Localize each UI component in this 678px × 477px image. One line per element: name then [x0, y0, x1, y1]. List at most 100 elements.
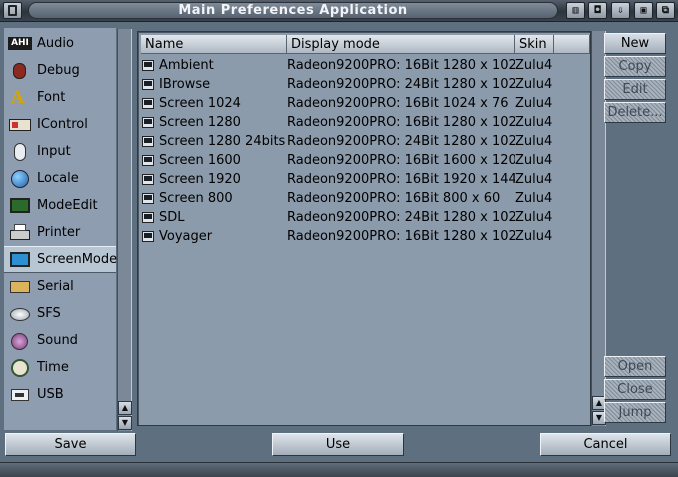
clock-icon	[8, 358, 32, 378]
icontrol-icon	[8, 115, 32, 135]
row-skin: Zulu4	[515, 77, 553, 92]
sidebar-scrollbar[interactable]: ▲ ▼	[117, 29, 132, 431]
column-header-skin[interactable]: Skin	[515, 35, 554, 54]
sidebar-item-label: USB	[37, 387, 64, 402]
screen-icon	[142, 212, 154, 223]
sidebar-item-label: Input	[37, 144, 71, 159]
sidebar-item-audio[interactable]: AHI Audio	[4, 30, 116, 57]
sidebar-item-label: Locale	[37, 171, 79, 186]
sidebar-item-sfs[interactable]: SFS	[4, 300, 116, 327]
table-row[interactable]: Screen 1280 Radeon9200PRO: 16Bit 1280 x 1…	[141, 113, 589, 132]
open-button[interactable]: Open	[604, 356, 666, 377]
ahi-icon: AHI	[8, 34, 32, 54]
column-header-name[interactable]: Name	[141, 35, 287, 54]
sidebar-item-printer[interactable]: Printer	[4, 219, 116, 246]
column-header-display-mode[interactable]: Display mode	[287, 35, 515, 54]
sidebar-item-label: ModeEdit	[37, 198, 98, 213]
row-skin: Zulu4	[515, 191, 553, 206]
close-button[interactable]: Close	[604, 379, 666, 400]
arrow-down-icon: ▼	[595, 413, 603, 422]
front-back-button[interactable]: ⧉	[656, 2, 675, 19]
sidebar-item-label: Font	[37, 90, 66, 105]
row-display-mode: Radeon9200PRO: 16Bit 1920 x 144	[287, 172, 515, 187]
row-name: Screen 1280 24bits	[159, 134, 286, 149]
row-display-mode: Radeon9200PRO: 16Bit 1600 x 120	[287, 153, 515, 168]
font-icon: A	[11, 87, 25, 108]
row-display-mode: Radeon9200PRO: 16Bit 1280 x 102	[287, 229, 515, 244]
sidebar-item-serial[interactable]: Serial	[4, 273, 116, 300]
sidebar-item-time[interactable]: Time	[4, 354, 116, 381]
screen-icon	[142, 231, 154, 242]
row-skin: Zulu4	[515, 229, 553, 244]
depth-icon: ◘	[594, 5, 601, 16]
sidebar-item-debug[interactable]: Debug	[4, 57, 116, 84]
close-window-button[interactable]	[3, 2, 22, 19]
row-display-mode: Radeon9200PRO: 16Bit 1280 x 102	[287, 115, 515, 130]
edit-button[interactable]: Edit	[604, 79, 666, 100]
row-skin: Zulu4	[515, 115, 553, 130]
row-skin: Zulu4	[515, 96, 553, 111]
printer-icon	[8, 223, 32, 243]
sidebar-item-usb[interactable]: USB	[4, 381, 116, 408]
column-header-filler	[554, 35, 590, 54]
table-row[interactable]: Screen 1024 Radeon9200PRO: 16Bit 1024 x 7…	[141, 94, 589, 113]
iconify-icon: ▥	[572, 5, 579, 16]
table-row[interactable]: SDL Radeon9200PRO: 24Bit 1280 x 102 Zulu4	[141, 208, 589, 227]
jump-button[interactable]: Jump	[604, 402, 666, 423]
row-skin: Zulu4	[515, 153, 553, 168]
sidebar-item-label: Audio	[37, 36, 74, 51]
monitor-icon	[8, 196, 32, 216]
zoom-button[interactable]: ▣	[634, 2, 653, 19]
sidebar-item-font[interactable]: A Font	[4, 84, 116, 111]
save-button[interactable]: Save	[5, 433, 136, 456]
sidebar-item-label: Debug	[37, 63, 80, 78]
sidebar-item-label: Time	[37, 360, 69, 375]
table-row[interactable]: Voyager Radeon9200PRO: 16Bit 1280 x 102 Zu…	[141, 227, 589, 246]
mouse-icon	[8, 142, 32, 162]
sidebar-scroll-up-button[interactable]: ▲	[118, 401, 132, 415]
sidebar-item-sound[interactable]: Sound	[4, 327, 116, 354]
table-row[interactable]: Screen 1600 Radeon9200PRO: 16Bit 1600 x 1…	[141, 151, 589, 170]
screenmode-list[interactable]: Name Display mode Skin Ambient Radeon9200…	[137, 31, 591, 426]
cancel-button[interactable]: Cancel	[540, 433, 671, 456]
window-title: Main Preferences Application	[28, 2, 558, 19]
screen-icon	[142, 155, 154, 166]
sidebar-item-modeedit[interactable]: ModeEdit	[4, 192, 116, 219]
sidebar-item-input[interactable]: Input	[4, 138, 116, 165]
table-row[interactable]: Ambient Radeon9200PRO: 16Bit 1280 x 102 Zu…	[141, 56, 589, 75]
row-display-mode: Radeon9200PRO: 16Bit 1024 x 76	[287, 96, 509, 111]
window-bottom-border	[0, 462, 678, 477]
row-display-mode: Radeon9200PRO: 24Bit 1280 x 102	[287, 77, 515, 92]
sidebar-item-label: Sound	[37, 333, 78, 348]
disk-icon	[8, 304, 32, 324]
sidebar-item-label: SFS	[37, 306, 61, 321]
sidebar-item-label: Printer	[37, 225, 81, 240]
new-button[interactable]: New	[604, 33, 666, 54]
table-row[interactable]: Screen 1280 24bits Radeon9200PRO: 24Bit 1…	[141, 132, 589, 151]
use-button[interactable]: Use	[272, 433, 404, 456]
screen-icon	[142, 98, 154, 109]
sidebar-item-icontrol[interactable]: IControl	[4, 111, 116, 138]
serial-icon	[8, 277, 32, 297]
screen-icon	[142, 193, 154, 204]
copy-button[interactable]: Copy	[604, 56, 666, 77]
sidebar-item-screenmode[interactable]: ScreenMode	[4, 246, 117, 273]
row-skin: Zulu4	[515, 134, 553, 149]
screen-icon	[142, 60, 154, 71]
depth-button[interactable]: ◘	[588, 2, 607, 19]
row-display-mode: Radeon9200PRO: 16Bit 800 x 60	[287, 191, 501, 206]
iconify-button[interactable]: ▥	[566, 2, 585, 19]
table-row[interactable]: IBrowse Radeon9200PRO: 24Bit 1280 x 102 Zu…	[141, 75, 589, 94]
sidebar-item-locale[interactable]: Locale	[4, 165, 116, 192]
title-bar[interactable]: Main Preferences Application ▥ ◘ ⇩ ▣ ⧉	[0, 0, 678, 22]
delete-button[interactable]: Delete...	[604, 102, 666, 123]
table-row[interactable]: Screen 800 Radeon9200PRO: 16Bit 800 x 60 Z…	[141, 189, 589, 208]
close-icon	[8, 5, 17, 16]
snapshot-button[interactable]: ⇩	[611, 2, 630, 19]
action-panel: New Copy Edit Delete... Open Close Jump	[604, 33, 666, 428]
table-row[interactable]: Screen 1920 Radeon9200PRO: 16Bit 1920 x 1…	[141, 170, 589, 189]
screen-icon	[142, 79, 154, 90]
prefs-sidebar[interactable]: AHI Audio Debug A Font IControl Input Lo…	[4, 28, 117, 430]
arrow-up-icon: ▲	[595, 398, 603, 407]
sidebar-scroll-down-button[interactable]: ▼	[118, 416, 132, 430]
